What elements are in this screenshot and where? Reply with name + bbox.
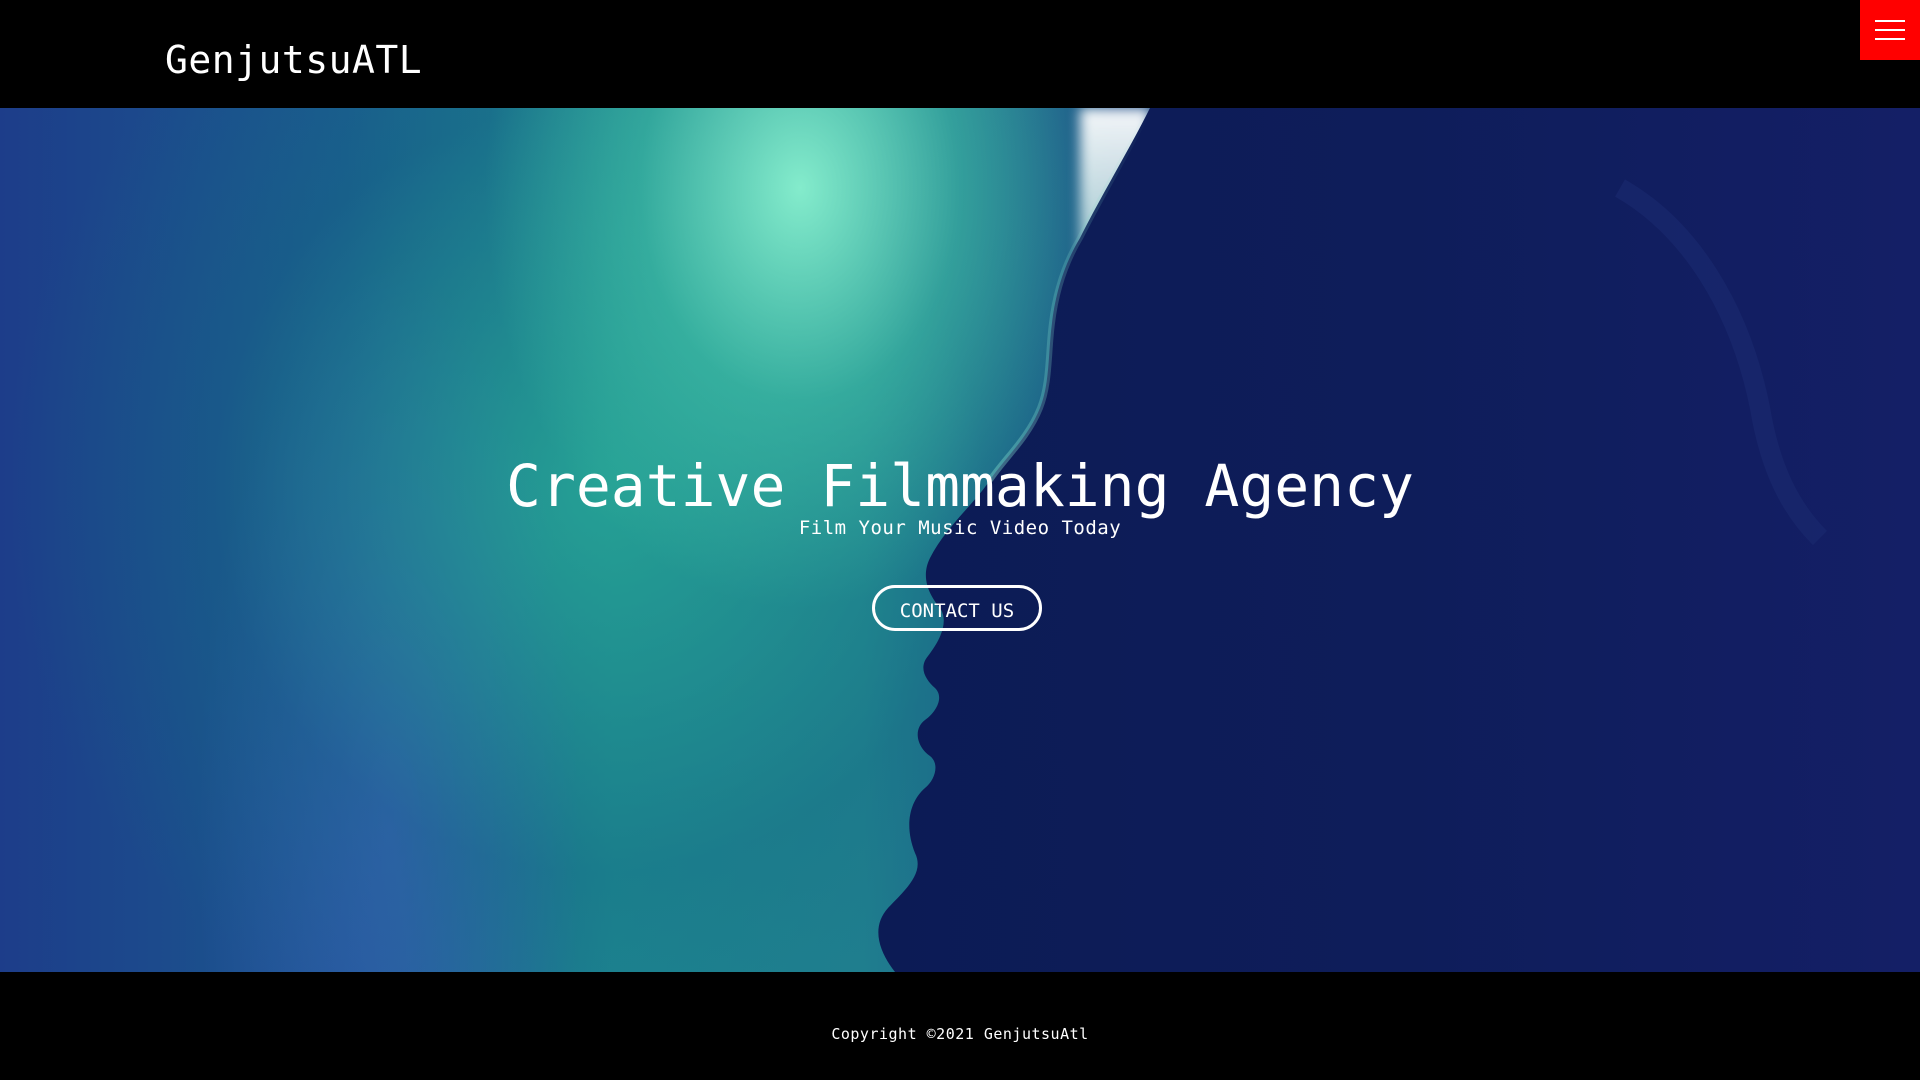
site-footer: Copyright ©2021 GenjutsuAtl [0, 972, 1920, 1080]
hamburger-menu-icon [1875, 20, 1905, 40]
contact-us-button[interactable]: CONTACT US [872, 585, 1042, 631]
hero-subtitle: Film Your Music Video Today [798, 517, 1122, 539]
hero-section: Creative Filmmaking Agency Film Your Mus… [0, 108, 1920, 972]
site-header: GenjutsuATL [0, 0, 1920, 108]
hero-title: Creative Filmmaking Agency [506, 452, 1414, 520]
brand-logo[interactable]: GenjutsuATL [165, 34, 422, 86]
menu-button[interactable] [1860, 0, 1920, 60]
hero-content: Creative Filmmaking Agency Film Your Mus… [0, 108, 1920, 972]
copyright-text: Copyright ©2021 GenjutsuAtl [831, 1025, 1089, 1043]
